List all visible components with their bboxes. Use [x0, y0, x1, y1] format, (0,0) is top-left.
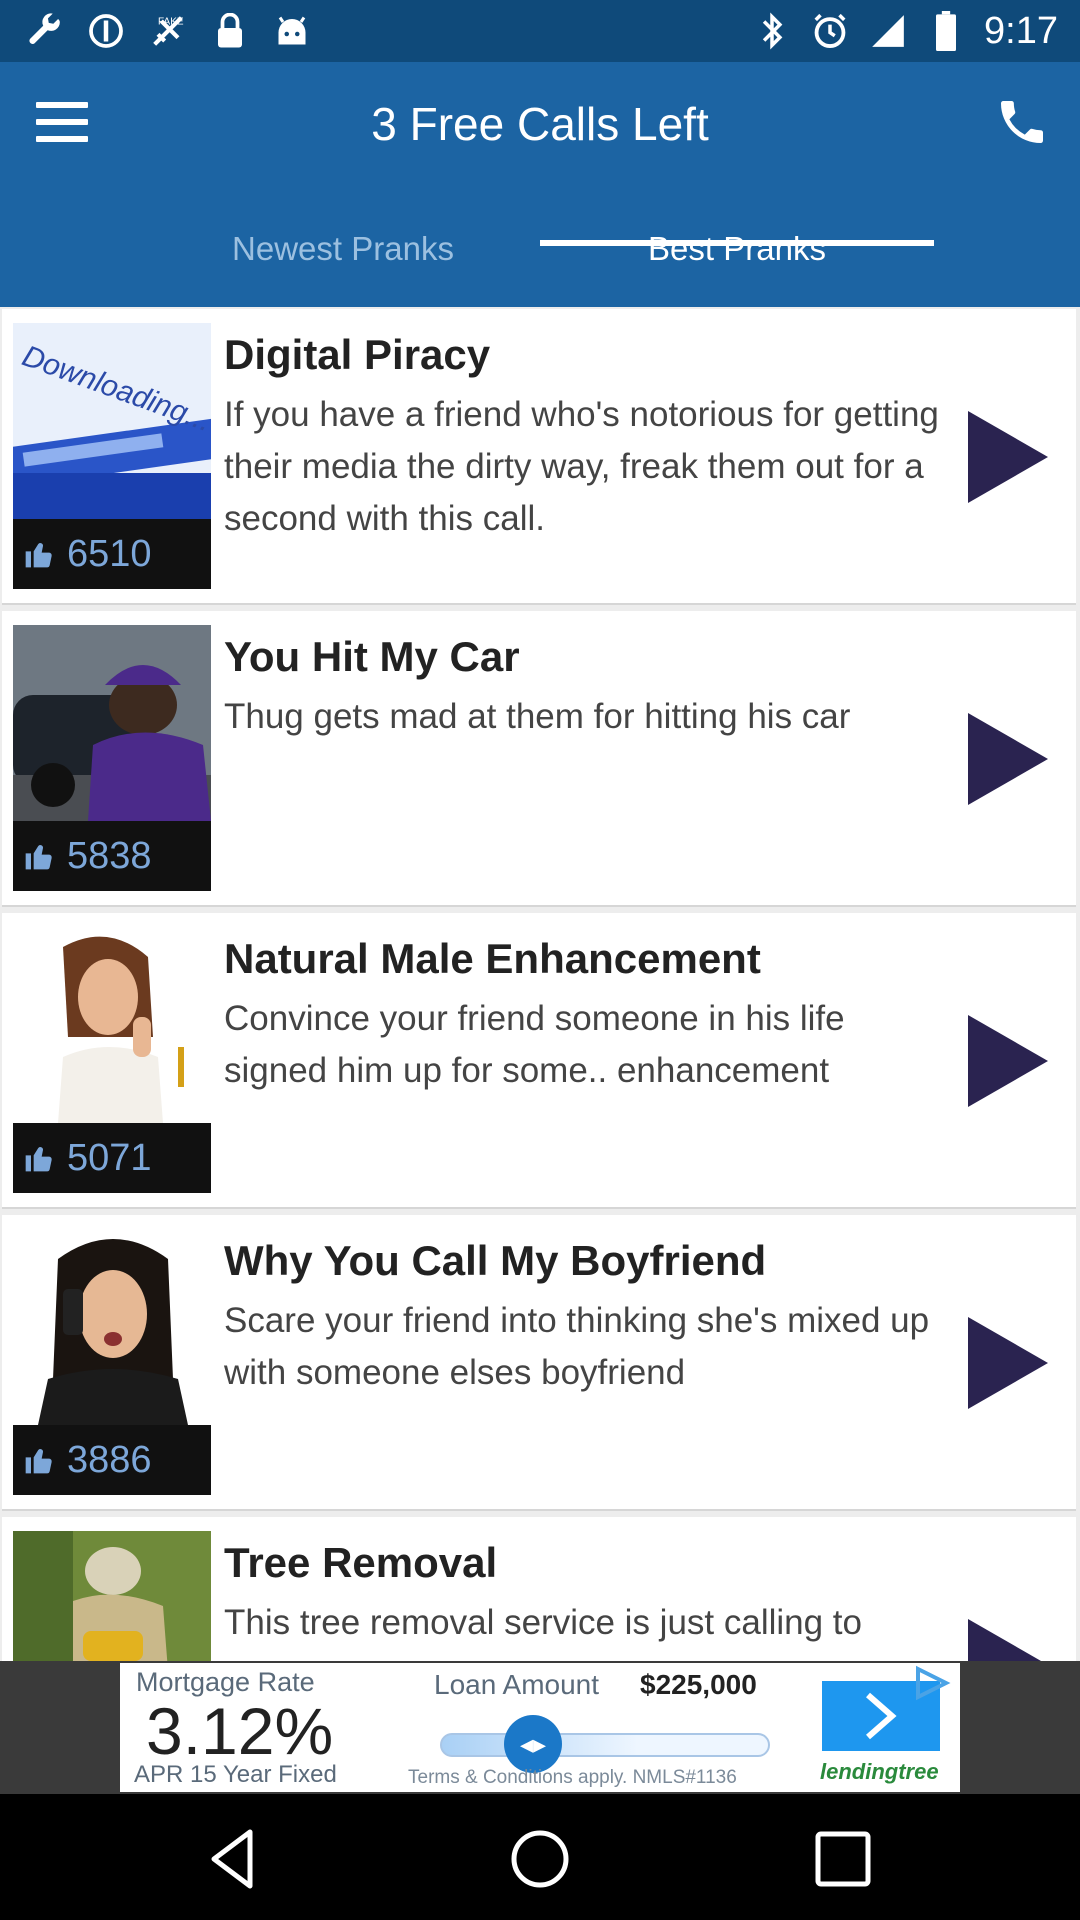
- list-item[interactable]: Tree Removal This tree removal service i…: [2, 1517, 1076, 1661]
- likes-counter: 6510: [13, 519, 211, 589]
- tree-removal-image: [13, 1531, 211, 1661]
- ad-rate: 3.12%: [146, 1694, 334, 1768]
- ad-banner: Mortgage Rate 3.12% APR 15 Year Fixed Lo…: [0, 1661, 1080, 1794]
- car-crash-image: [13, 625, 211, 821]
- prank-title: Digital Piracy: [224, 331, 491, 378]
- ad-loan-label: Loan Amount: [434, 1669, 600, 1700]
- page-title: 3 Free Calls Left: [371, 98, 709, 150]
- play-button[interactable]: [968, 1317, 1048, 1409]
- list-item[interactable]: 5071 Natural Male Enhancement Convince y…: [2, 913, 1076, 1209]
- wrench-icon: [24, 11, 64, 51]
- system-nav-bar: [0, 1794, 1080, 1920]
- thumbs-up-icon: [25, 1147, 52, 1172]
- prank-thumbnail: 3886: [13, 1229, 211, 1495]
- likes-counter: 5071: [13, 1123, 211, 1193]
- thumbs-up-icon: [25, 543, 52, 568]
- back-icon[interactable]: [200, 1824, 270, 1894]
- bluetooth-icon: [752, 11, 792, 51]
- lock-icon: [210, 11, 250, 51]
- recents-icon[interactable]: [808, 1824, 878, 1894]
- downloading-image: Downloading...: [13, 323, 211, 519]
- ad-loan-slider[interactable]: [440, 1733, 770, 1757]
- status-time: 9:17: [984, 9, 1058, 52]
- prank-description: Scare your friend into thinking she's mi…: [224, 1301, 930, 1392]
- ad-loan-amount: $225,000: [640, 1669, 757, 1700]
- phone-icon[interactable]: [994, 94, 1050, 150]
- list-item[interactable]: 3886 Why You Call My Boyfriend Scare you…: [2, 1215, 1076, 1511]
- prank-description: This tree removal service is just callin…: [224, 1603, 862, 1642]
- ad-brand-logo: lendingtree: [820, 1759, 939, 1784]
- tab-best-pranks[interactable]: Best Pranks: [540, 217, 934, 307]
- status-bar: FAKE 9:17: [0, 0, 1080, 62]
- app-header: 3 Free Calls Left Newest Pranks Best Pra…: [0, 62, 1080, 307]
- play-button[interactable]: [968, 411, 1048, 503]
- list-item[interactable]: 5838 You Hit My Car Thug gets mad at the…: [2, 611, 1076, 907]
- fake-gps-icon: FAKE: [148, 11, 188, 51]
- likes-count: 5071: [67, 1136, 152, 1179]
- no-sim-icon: [86, 11, 126, 51]
- ad-content[interactable]: Mortgage Rate 3.12% APR 15 Year Fixed Lo…: [120, 1663, 960, 1792]
- likes-count: 5838: [67, 834, 152, 877]
- likes-count: 6510: [67, 532, 152, 575]
- signal-icon: [868, 11, 908, 51]
- tab-bar: Newest Pranks Best Pranks: [0, 217, 1080, 307]
- alarm-icon: [810, 11, 850, 51]
- woman-thinking-image: [13, 927, 211, 1123]
- list-item[interactable]: Downloading... 6510 Digital Piracy If yo…: [2, 309, 1076, 605]
- prank-list[interactable]: Downloading... 6510 Digital Piracy If yo…: [0, 307, 1080, 1661]
- prank-title: Natural Male Enhancement: [224, 935, 761, 982]
- prank-title: Why You Call My Boyfriend: [224, 1237, 767, 1284]
- tab-newest-pranks[interactable]: Newest Pranks: [146, 217, 540, 307]
- play-button[interactable]: [968, 1619, 1048, 1661]
- prank-description: Convince your friend someone in his life…: [224, 999, 845, 1090]
- prank-description: If you have a friend who's notorious for…: [224, 395, 939, 538]
- prank-thumbnail: [13, 1531, 211, 1661]
- ad-choices-icon[interactable]: [912, 1665, 952, 1701]
- likes-count: 3886: [67, 1438, 152, 1481]
- thumbs-up-icon: [25, 1449, 52, 1474]
- prank-description: Thug gets mad at them for hitting his ca…: [224, 697, 851, 736]
- tab-selected-indicator: [540, 240, 934, 246]
- likes-counter: 3886: [13, 1425, 211, 1495]
- prank-thumbnail: Downloading... 6510: [13, 323, 211, 589]
- play-button[interactable]: [968, 1015, 1048, 1107]
- prank-thumbnail: 5838: [13, 625, 211, 891]
- ad-apr: APR 15 Year Fixed: [134, 1761, 337, 1788]
- likes-counter: 5838: [13, 821, 211, 891]
- prank-thumbnail: 5071: [13, 927, 211, 1193]
- thumbs-up-icon: [25, 845, 52, 870]
- android-icon: [272, 11, 312, 51]
- home-icon[interactable]: [505, 1824, 575, 1894]
- ad-terms: Terms & Conditions apply. NMLS#1136: [408, 1767, 737, 1788]
- slider-handle-icon[interactable]: ◂▸: [504, 1715, 562, 1773]
- svg-text:FAKE: FAKE: [158, 16, 184, 27]
- battery-icon: [926, 11, 966, 51]
- prank-title: Tree Removal: [224, 1539, 498, 1586]
- chevron-right-icon: [866, 1692, 897, 1740]
- woman-phone-image: [13, 1229, 211, 1425]
- prank-title: You Hit My Car: [224, 633, 520, 680]
- play-button[interactable]: [968, 713, 1048, 805]
